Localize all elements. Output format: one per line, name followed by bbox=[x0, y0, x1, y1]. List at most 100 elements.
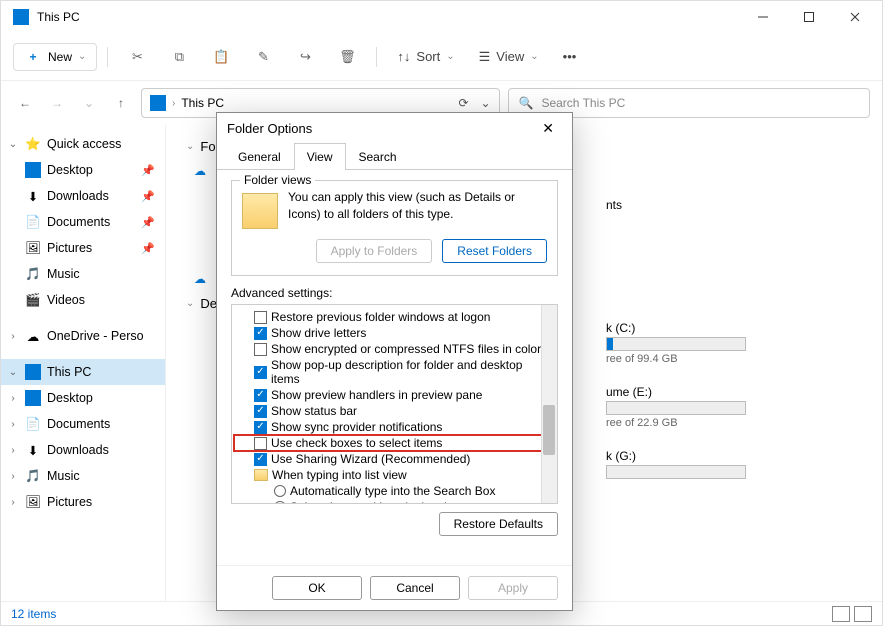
forward-button[interactable]: → bbox=[45, 91, 69, 115]
advanced-setting-item[interactable]: Show encrypted or compressed NTFS files … bbox=[234, 341, 555, 357]
advanced-setting-item[interactable]: When typing into list view bbox=[234, 467, 555, 483]
tab-search[interactable]: Search bbox=[346, 143, 410, 170]
advanced-setting-item[interactable]: Automatically type into the Search Box bbox=[234, 483, 555, 499]
sidebar-pc-pictures[interactable]: ›🖼Pictures bbox=[1, 489, 165, 515]
desktop-icon bbox=[25, 162, 41, 178]
minimize-button[interactable] bbox=[740, 1, 786, 33]
sort-button[interactable]: ↑↓ Sort ⌄ bbox=[387, 43, 464, 70]
tab-general[interactable]: General bbox=[225, 143, 294, 170]
scrollbar-thumb[interactable] bbox=[543, 405, 555, 455]
checkbox[interactable]: ✓ bbox=[254, 327, 267, 340]
sidebar-onedrive[interactable]: ›☁OneDrive - Perso bbox=[1, 323, 165, 349]
drive-item[interactable]: k (C:) ree of 99.4 GB bbox=[606, 321, 862, 365]
folder-views-group: Folder views You can apply this view (su… bbox=[231, 180, 558, 276]
drive-item[interactable]: k (G:) bbox=[606, 449, 862, 479]
chevron-down-icon: ⌄ bbox=[78, 51, 86, 62]
drive-free-text: ree of 22.9 GB bbox=[606, 417, 862, 429]
sidebar-quick-access[interactable]: ⌄⭐Quick access bbox=[1, 131, 165, 157]
paste-icon: 📋 bbox=[212, 48, 230, 66]
view-button[interactable]: ☰ View ⌄ bbox=[469, 43, 549, 71]
advanced-setting-item[interactable]: Restore previous folder windows at logon bbox=[234, 309, 555, 325]
drive-capacity-bar bbox=[606, 401, 746, 415]
downloads-icon: ⬇ bbox=[25, 188, 41, 204]
up-button[interactable]: ↑ bbox=[109, 91, 133, 115]
window-title: This PC bbox=[37, 10, 740, 24]
advanced-setting-item[interactable]: ✓Use Sharing Wizard (Recommended) bbox=[234, 451, 555, 467]
view-icon: ☰ bbox=[479, 49, 491, 65]
advanced-setting-item[interactable]: ✓Show pop-up description for folder and … bbox=[234, 357, 555, 387]
pc-icon bbox=[150, 95, 166, 111]
checkbox[interactable] bbox=[254, 343, 267, 356]
advanced-setting-item[interactable]: ✓Show sync provider notifications bbox=[234, 419, 555, 435]
checkbox[interactable]: ✓ bbox=[254, 421, 267, 434]
radio[interactable] bbox=[274, 501, 286, 504]
sidebar-pc-documents[interactable]: ›📄Documents bbox=[1, 411, 165, 437]
cut-icon: ✂ bbox=[128, 48, 146, 66]
address-text: This PC bbox=[181, 96, 224, 110]
advanced-setting-item[interactable]: Select the typed item in the view bbox=[234, 499, 555, 504]
advanced-setting-item[interactable]: ✓Show drive letters bbox=[234, 325, 555, 341]
checkbox[interactable]: ✓ bbox=[254, 366, 267, 379]
cancel-button[interactable]: Cancel bbox=[370, 576, 460, 600]
copy-button[interactable]: ⧉ bbox=[160, 42, 198, 72]
sidebar-pc-desktop[interactable]: ›Desktop bbox=[1, 385, 165, 411]
sidebar-videos[interactable]: 🎬Videos bbox=[1, 287, 165, 313]
large-icons-view-icon[interactable] bbox=[854, 606, 872, 622]
advanced-setting-item[interactable]: ✓Show preview handlers in preview pane bbox=[234, 387, 555, 403]
restore-defaults-button[interactable]: Restore Defaults bbox=[439, 512, 558, 536]
sidebar-pc-music[interactable]: ›🎵Music bbox=[1, 463, 165, 489]
scrollbar[interactable] bbox=[541, 305, 557, 503]
drive-item[interactable]: ume (E:) ree of 22.9 GB bbox=[606, 385, 862, 429]
new-button[interactable]: + New ⌄ bbox=[13, 43, 97, 71]
refresh-button[interactable]: ⟳ bbox=[458, 96, 468, 110]
advanced-settings-list[interactable]: Restore previous folder windows at logon… bbox=[231, 304, 558, 504]
setting-label: Automatically type into the Search Box bbox=[290, 484, 495, 498]
maximize-button[interactable] bbox=[786, 1, 832, 33]
reset-folders-button[interactable]: Reset Folders bbox=[442, 239, 547, 263]
drive-name: k (C:) bbox=[606, 321, 862, 335]
apply-button[interactable]: Apply bbox=[468, 576, 558, 600]
sidebar-downloads[interactable]: ⬇Downloads📌 bbox=[1, 183, 165, 209]
sidebar-music[interactable]: 🎵Music bbox=[1, 261, 165, 287]
pc-icon bbox=[25, 364, 41, 380]
paste-button[interactable]: 📋 bbox=[202, 42, 240, 72]
sidebar-desktop[interactable]: Desktop📌 bbox=[1, 157, 165, 183]
checkbox[interactable]: ✓ bbox=[254, 389, 267, 402]
sidebar-pc-downloads[interactable]: ›⬇Downloads bbox=[1, 437, 165, 463]
delete-button[interactable]: 🗑 bbox=[328, 42, 366, 72]
sidebar-this-pc[interactable]: ⌄This PC bbox=[1, 359, 165, 385]
rename-button[interactable]: ✎ bbox=[244, 42, 282, 72]
advanced-setting-item[interactable]: Use check boxes to select items bbox=[234, 435, 555, 451]
close-button[interactable] bbox=[832, 1, 878, 33]
drive-capacity-bar bbox=[606, 465, 746, 479]
drive-free-text: ree of 99.4 GB bbox=[606, 353, 862, 365]
dialog-footer: OK Cancel Apply bbox=[217, 565, 572, 610]
back-button[interactable]: ← bbox=[13, 91, 37, 115]
sidebar-pictures[interactable]: 🖼Pictures📌 bbox=[1, 235, 165, 261]
share-icon: ↪ bbox=[296, 48, 314, 66]
dialog-close-button[interactable]: ✕ bbox=[534, 118, 562, 139]
details-view-icon[interactable] bbox=[832, 606, 850, 622]
setting-label: Select the typed item in the view bbox=[290, 500, 462, 504]
sidebar: ⌄⭐Quick access Desktop📌 ⬇Downloads📌 📄Doc… bbox=[1, 125, 166, 601]
checkbox[interactable] bbox=[254, 437, 267, 450]
share-button[interactable]: ↪ bbox=[286, 42, 324, 72]
cut-button[interactable]: ✂ bbox=[118, 42, 156, 72]
downloads-icon: ⬇ bbox=[25, 442, 41, 458]
more-button[interactable]: ••• bbox=[553, 43, 587, 70]
advanced-setting-item[interactable]: ✓Show status bar bbox=[234, 403, 555, 419]
recent-button[interactable]: ⌄ bbox=[77, 91, 101, 115]
radio[interactable] bbox=[274, 485, 286, 497]
videos-icon: 🎬 bbox=[25, 292, 41, 308]
checkbox[interactable]: ✓ bbox=[254, 453, 267, 466]
apply-to-folders-button[interactable]: Apply to Folders bbox=[316, 239, 433, 263]
documents-icon: 📄 bbox=[25, 214, 41, 230]
checkbox[interactable]: ✓ bbox=[254, 405, 267, 418]
address-dropdown[interactable]: ⌄ bbox=[480, 96, 490, 110]
tab-view[interactable]: View bbox=[294, 143, 346, 170]
setting-label: Show encrypted or compressed NTFS files … bbox=[271, 342, 541, 356]
sidebar-documents[interactable]: 📄Documents📌 bbox=[1, 209, 165, 235]
dialog-titlebar: Folder Options ✕ bbox=[217, 113, 572, 143]
ok-button[interactable]: OK bbox=[272, 576, 362, 600]
checkbox[interactable] bbox=[254, 311, 267, 324]
